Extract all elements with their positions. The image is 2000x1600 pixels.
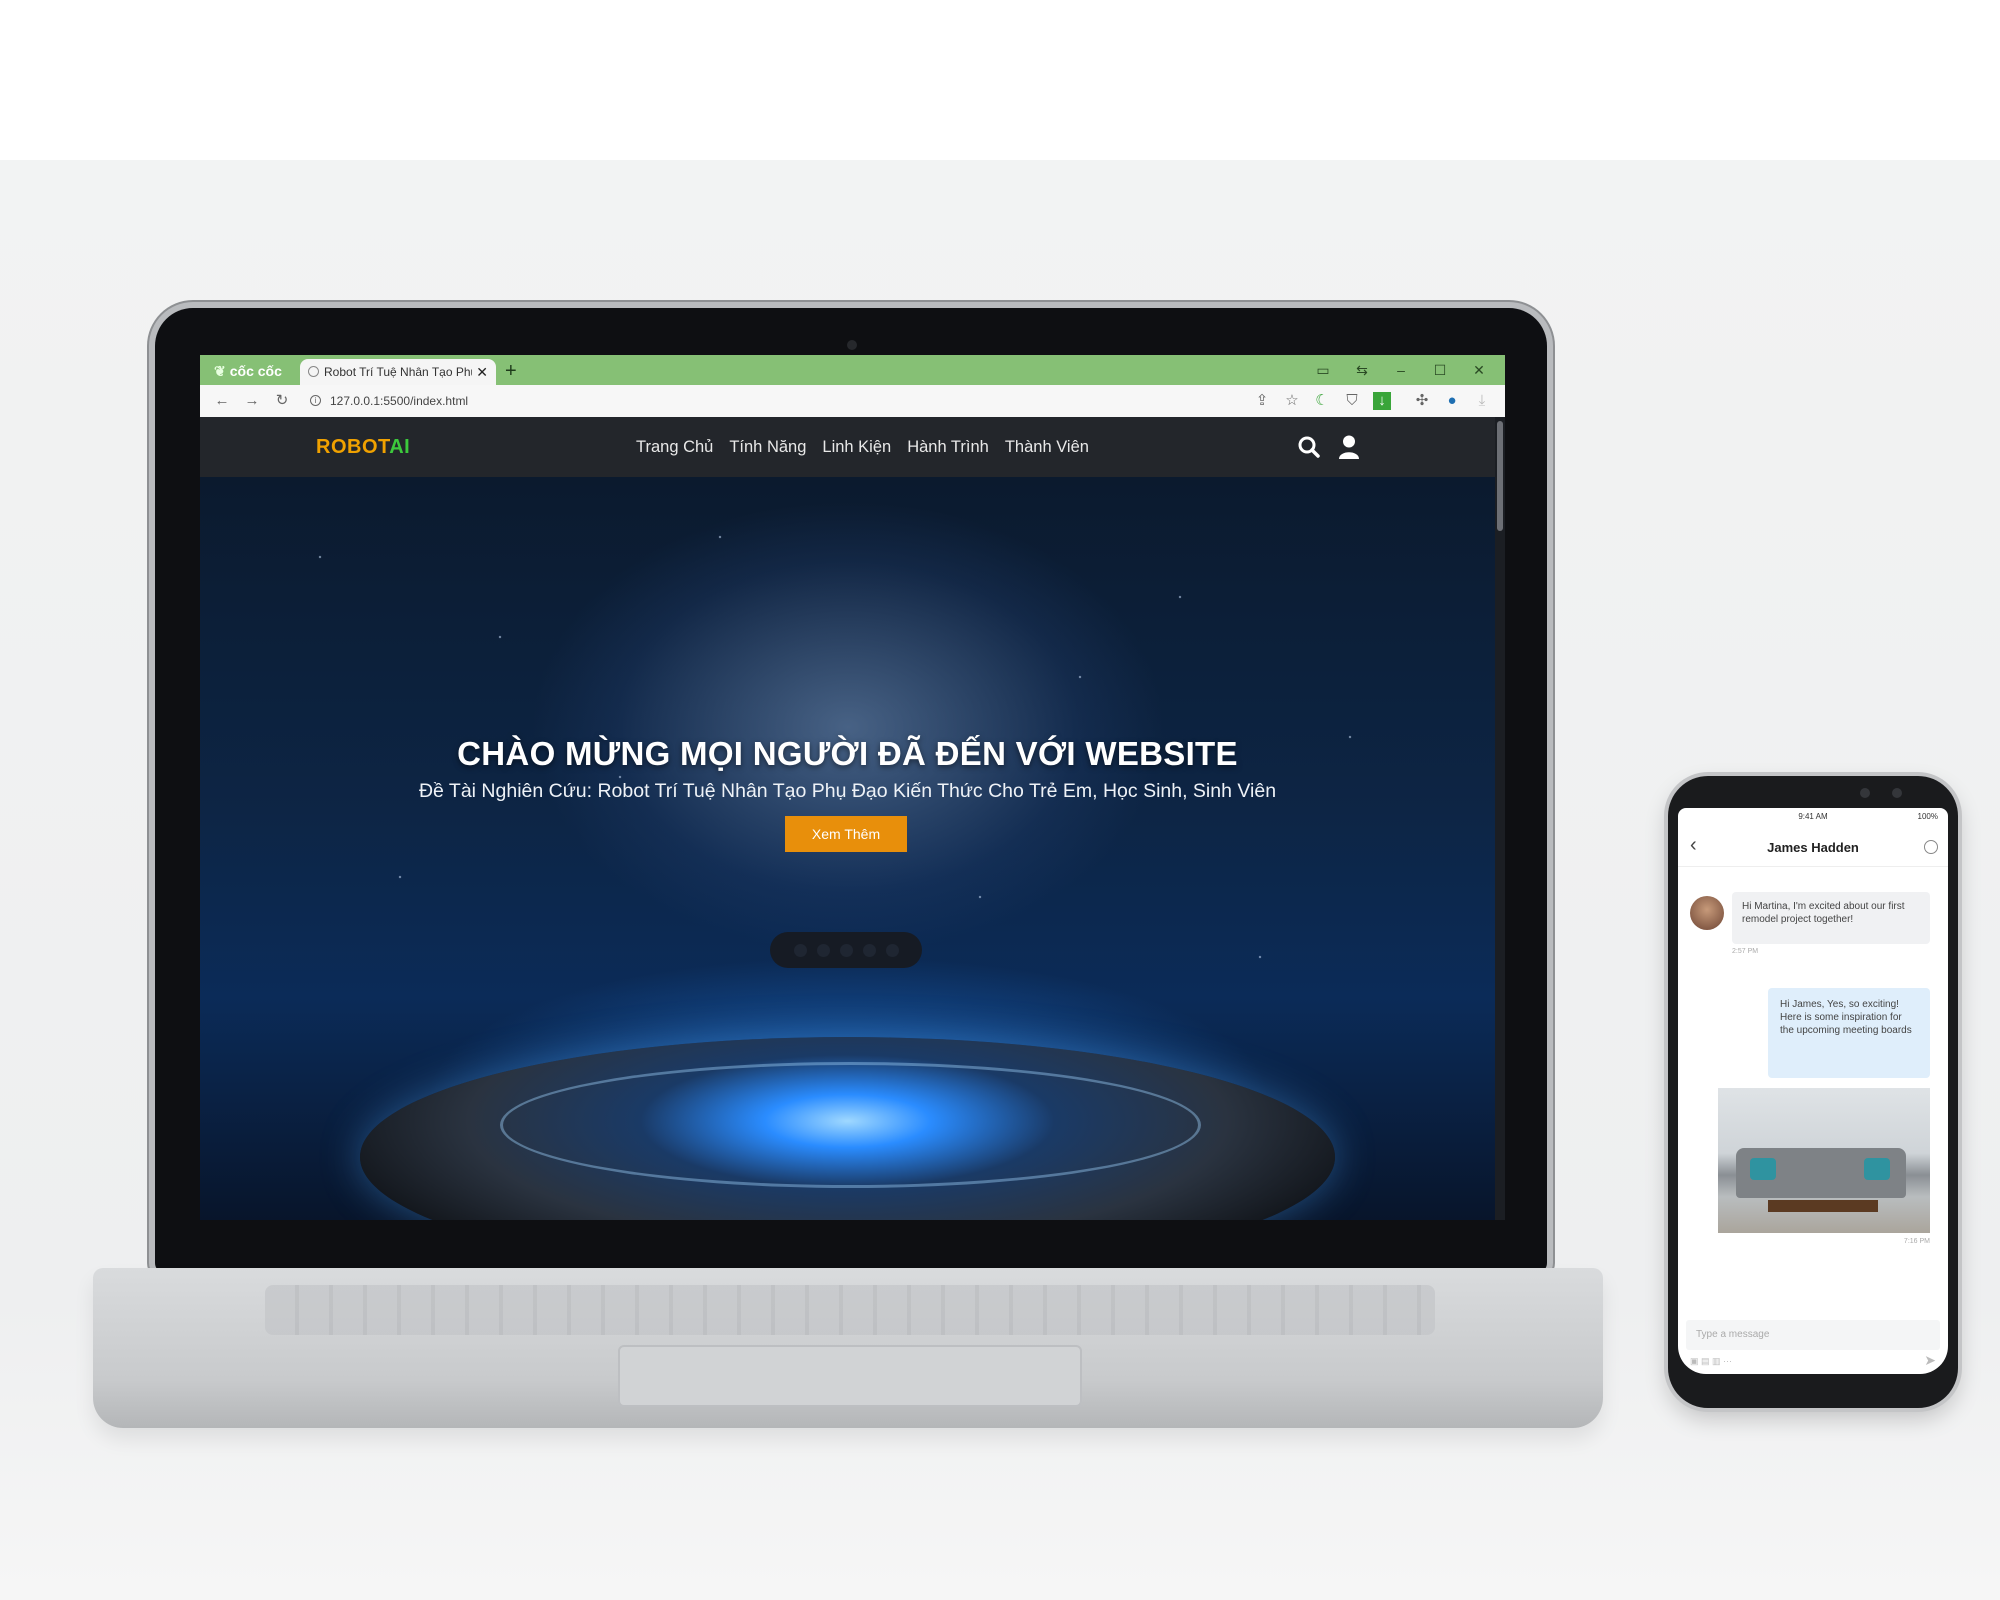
nav-link-linh-kien[interactable]: Linh Kiện [814,417,899,477]
carousel-dot[interactable] [862,943,876,957]
shield-icon[interactable]: ⛉ [1340,385,1364,417]
profile-icon[interactable]: ● [1440,385,1464,417]
contact-name: James Hadden [1767,840,1859,855]
forward-icon[interactable]: → [240,385,264,417]
nav-link-tinh-nang[interactable]: Tính Năng [721,417,814,477]
phone-screen: 9:41 AM 100% ‹ James Hadden Hi Martina, … [1678,808,1948,1374]
tab-favicon-icon [308,366,319,377]
coccoc-logo-icon: ❦ [214,363,226,379]
platform-ring [500,1062,1201,1188]
keyboard [265,1285,1435,1335]
reload-icon[interactable]: ↻ [270,385,294,417]
browser-brand[interactable]: ❦ cốc cốc [206,360,290,382]
attachment-icons[interactable]: ▣ ▤ ▥ ··· [1690,1356,1732,1367]
browser-titlebar: ❦ cốc cốc Robot Trí Tuệ Nhân Tạo Phụ ✕ + … [200,355,1505,385]
site-navbar: ROBOTAI Trang Chủ Tính Năng Linh Kiện Hà… [200,417,1505,477]
carousel-indicators [770,932,922,968]
nav-link-hanh-trinh[interactable]: Hành Trình [899,417,997,477]
hero-title: CHÀO MỪNG MỌI NGƯỜI ĐÃ ĐẾN VỚI WEBSITE [457,735,1238,772]
hero-section: CHÀO MỪNG MỌI NGƯỜI ĐÃ ĐẾN VỚI WEBSITE Đ… [200,477,1495,1220]
download-green-icon[interactable]: ↓ [1373,392,1391,410]
cast-icon[interactable]: ▭ [1303,355,1343,385]
outgoing-message-time: 7:16 PM [1903,1238,1930,1245]
settings-icon[interactable] [1924,840,1938,854]
pillow-image-part [1864,1158,1890,1180]
pillow-image-part [1750,1158,1776,1180]
new-tab-button[interactable]: + [505,358,517,384]
user-icon[interactable] [1338,435,1360,459]
status-battery: 100% [1917,812,1938,821]
extensions-icon[interactable]: ✣ [1410,385,1434,417]
phone-status-bar: 9:41 AM 100% [1678,808,1948,826]
bookmark-star-icon[interactable]: ☆ [1280,385,1304,417]
outgoing-message: Hi James, Yes, so exciting! Here is some… [1768,988,1930,1078]
avatar[interactable] [1690,896,1724,930]
downloads-icon[interactable]: ⤓ [1470,385,1494,417]
browser-toolbar: ← → ↻ i 127.0.0.1:5500/index.html ⇪ ☆ ☾ … [200,385,1505,418]
site-logo[interactable]: ROBOTAI [316,417,410,477]
tab-title: Robot Trí Tuệ Nhân Tạo Phụ [324,365,472,379]
send-icon[interactable]: ➤ [1924,1352,1936,1369]
incoming-message-time: 2:57 PM [1732,948,1759,955]
nav-link-trang-chu[interactable]: Trang Chủ [628,417,721,477]
page-scrollbar[interactable] [1495,417,1505,1220]
pin-window-icon[interactable]: ⇆ [1342,355,1382,385]
site-info-icon[interactable]: i [310,395,321,406]
chat-header: ‹ James Hadden [1678,830,1948,867]
back-icon[interactable]: ← [210,385,234,417]
phone-sensor [1892,788,1902,798]
incoming-message: Hi Martina, I'm excited about our first … [1732,892,1930,944]
nav-link-thanh-vien[interactable]: Thành Viên [997,417,1097,477]
tab-close-icon[interactable]: ✕ [476,359,488,385]
webcam [847,340,857,350]
address-bar[interactable]: 127.0.0.1:5500/index.html [330,385,468,417]
message-input[interactable]: Type a message [1686,1320,1940,1350]
carousel-dot[interactable] [793,943,807,957]
close-window-icon[interactable]: ✕ [1459,355,1499,385]
table-image-part [1768,1200,1878,1212]
hero-subtitle: Đề Tài Nghiên Cứu: Robot Trí Tuệ Nhân Tạ… [418,780,1277,802]
share-icon[interactable]: ⇪ [1250,385,1274,417]
xem-them-button[interactable]: Xem Thêm [785,816,907,852]
laptop-screen: ❦ cốc cốc Robot Trí Tuệ Nhân Tạo Phụ ✕ + … [200,355,1505,1220]
carousel-dot[interactable] [885,943,899,957]
dark-mode-icon[interactable]: ☾ [1310,385,1334,417]
carousel-dot[interactable] [839,943,853,957]
site-menu: Trang Chủ Tính Năng Linh Kiện Hành Trình… [628,417,1097,477]
phone-camera [1860,788,1870,798]
carousel-dot[interactable] [816,943,830,957]
browser-tab[interactable]: Robot Trí Tuệ Nhân Tạo Phụ ✕ [300,359,496,385]
minimize-icon[interactable]: – [1381,355,1421,385]
status-time: 9:41 AM [1798,812,1828,821]
trackpad [618,1345,1082,1407]
scrollbar-thumb[interactable] [1497,421,1503,531]
maximize-icon[interactable]: ☐ [1420,355,1460,385]
search-icon[interactable] [1298,436,1320,458]
